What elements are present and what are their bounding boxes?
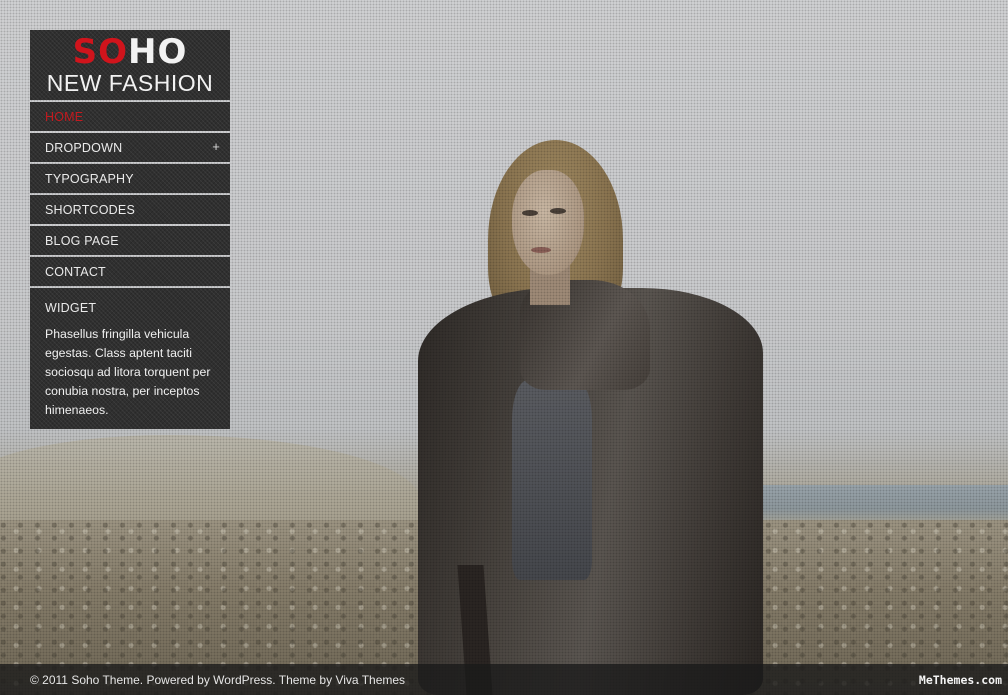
menu-item-contact[interactable]: CONTACT	[30, 257, 230, 286]
menu-item-home[interactable]: HOME	[30, 102, 230, 131]
logo-mark-red: SO	[72, 32, 129, 72]
menu-item-label: HOME	[45, 109, 84, 124]
footer: © 2011 Soho Theme. Powered by WordPress.…	[0, 664, 1008, 695]
main-menu: HOME DROPDOWN + TYPOGRAPHY SHORTCODES BL…	[30, 102, 230, 286]
logo-subtitle: NEW FASHION	[46, 70, 214, 96]
logo-mark-white: HO	[128, 32, 188, 72]
widget-text: Phasellus fringilla vehicula egestas. Cl…	[45, 327, 211, 417]
site-logo[interactable]: SOHO NEW FASHION	[30, 30, 230, 100]
menu-item-label: DROPDOWN	[45, 140, 123, 155]
widget-title: WIDGET	[45, 301, 97, 315]
sidebar: SOHO NEW FASHION HOME DROPDOWN + TYPOGRA…	[30, 30, 230, 429]
menu-item-label: BLOG PAGE	[45, 233, 119, 248]
plus-icon[interactable]: +	[212, 140, 220, 153]
menu-item-blog-page[interactable]: BLOG PAGE	[30, 226, 230, 255]
menu-item-label: CONTACT	[45, 264, 106, 279]
footer-credits: © 2011 Soho Theme. Powered by WordPress.…	[30, 672, 406, 687]
menu-item-label: TYPOGRAPHY	[45, 171, 134, 186]
menu-item-shortcodes[interactable]: SHORTCODES	[30, 195, 230, 224]
logo-mark: SOHO	[30, 35, 230, 69]
menu-item-typography[interactable]: TYPOGRAPHY	[30, 164, 230, 193]
menu-item-dropdown[interactable]: DROPDOWN +	[30, 133, 230, 162]
menu-item-label: SHORTCODES	[45, 202, 135, 217]
sidebar-widget: WIDGET Phasellus fringilla vehicula eges…	[30, 288, 230, 429]
watermark: MeThemes.com	[918, 673, 1002, 687]
